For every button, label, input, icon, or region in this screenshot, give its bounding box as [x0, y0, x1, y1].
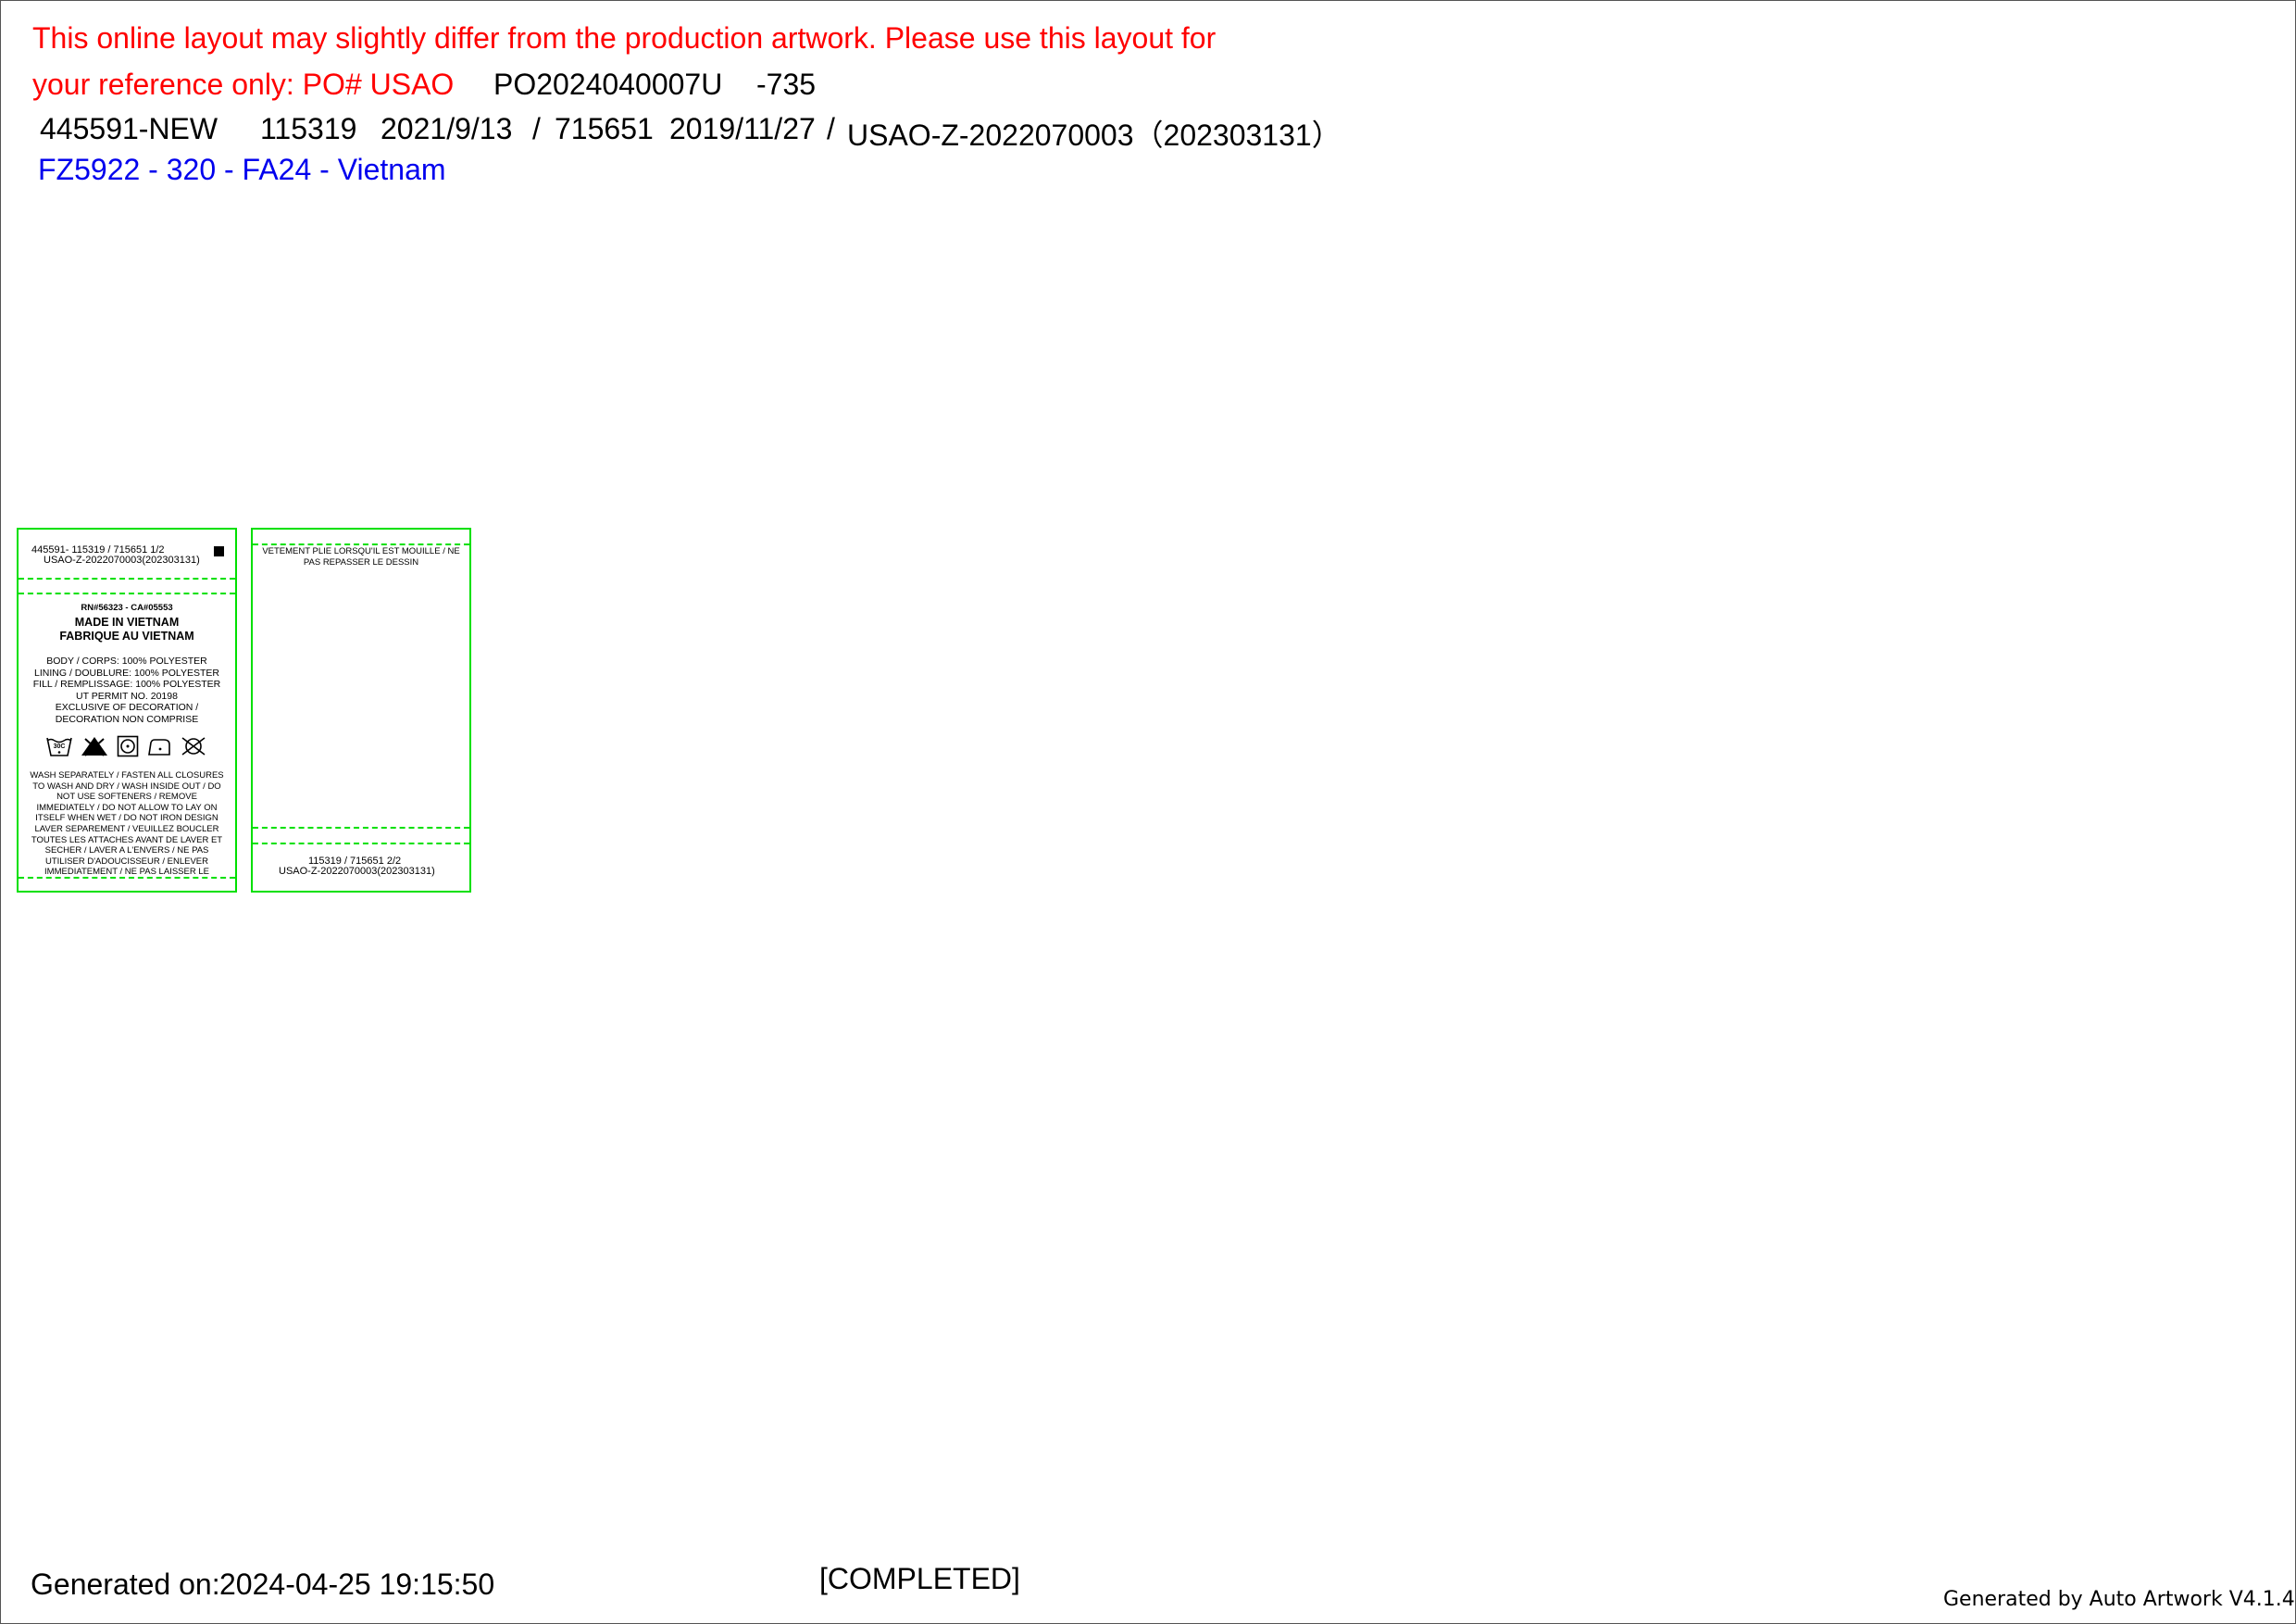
made-in: MADE IN VIETNAM	[74, 616, 180, 629]
fold-line-bottom	[19, 877, 235, 879]
care-text-1: WASH SEPARATELY / FASTEN ALL CLOSURES	[30, 770, 224, 781]
fiber-content-4: UT PERMIT NO. 20198	[76, 690, 178, 702]
care-text-7: TOUTES LES ATTACHES AVANT DE LAVER ET	[31, 834, 223, 845]
po-suffix: -735	[756, 68, 817, 101]
wash-30-icon: 30C	[46, 737, 72, 756]
product-line: FZ5922 - 320 - FA24 - Vietnam	[38, 153, 446, 186]
wash-temp: 30C	[54, 743, 66, 750]
separator-1: /	[532, 112, 541, 145]
generated-on-value: 2024-04-25 19:15:50	[219, 1568, 495, 1601]
care-text-5: ITSELF WHEN WET / DO NOT IRON DESIGN	[35, 813, 218, 824]
ref-number-2: 715651	[555, 112, 654, 145]
fiber-content-1: BODY / CORPS: 100% POLYESTER	[46, 656, 207, 667]
fold-line-top-2	[19, 593, 235, 594]
artwork-page: This online layout may slightly differ f…	[0, 0, 2296, 1624]
care-text-6: LAVER SEPAREMENT / VEUILLEZ BOUCLER	[34, 824, 219, 834]
fold-line-top	[253, 543, 469, 545]
date-1: 2021/9/13	[381, 112, 513, 145]
care-text-2: TO WASH AND DRY / WASH INSIDE OUT / DO	[32, 781, 221, 792]
date-2: 2019/11/27	[669, 112, 816, 145]
label-back-top-line-1: VETEMENT PLIE LORSQU'IL EST MOUILLE / NE	[262, 546, 460, 556]
rn-ca-number: RN#56323 - CA#05553	[81, 603, 173, 613]
label-back-top-line-2: PAS REPASSER LE DESSIN	[303, 557, 419, 568]
generated-on-label: Generated on:	[31, 1568, 220, 1601]
care-symbols: 30C	[46, 735, 207, 757]
no-bleach-icon	[81, 737, 107, 756]
fold-line-bottom-1	[253, 827, 469, 829]
disclaimer-line-1: This online layout may slightly differ f…	[32, 21, 1217, 55]
label-front-top-line-2: USAO-Z-2022070003(202303131)	[44, 555, 200, 566]
care-text-4: IMMEDIATELY / DO NOT ALLOW TO LAY ON	[36, 802, 218, 813]
care-label-front: 445591- 115319 / 715651 1/2 USAO-Z-20220…	[17, 528, 237, 893]
usao-reference: USAO-Z-2022070003（202303131）	[847, 119, 1341, 152]
disclaimer-line-2: your reference only: PO# USAO	[32, 68, 455, 101]
separator-2: /	[827, 112, 835, 145]
fabrique: FABRIQUE AU VIETNAM	[59, 630, 194, 643]
care-label-back: VETEMENT PLIE LORSQU'IL EST MOUILLE / NE…	[251, 528, 471, 893]
care-text-9: UTILISER D'ADOUCISSEUR / ENLEVER	[44, 856, 209, 867]
tumble-dry-low-icon	[117, 735, 139, 757]
generator-credit: Generated by Auto Artwork V4.1.4	[1943, 1588, 2295, 1611]
fold-line-bottom-2	[253, 843, 469, 844]
label-back-bottom-line-2: USAO-Z-2022070003(202303131)	[279, 866, 435, 877]
fiber-content-3: FILL / REMPLISSAGE: 100% POLYESTER	[32, 679, 221, 690]
fiber-content-2: LINING / DOUBLURE: 100% POLYESTER	[34, 667, 219, 679]
fiber-content-5: EXCLUSIVE OF DECORATION /	[55, 702, 199, 713]
iron-low-icon	[148, 739, 170, 756]
do-not-dryclean-icon	[181, 737, 206, 756]
square-marker-icon	[214, 546, 224, 556]
fold-line-top-1	[19, 578, 235, 580]
fiber-content-6: DECORATION NON COMPRISE	[55, 713, 199, 725]
status-completed: [COMPLETED]	[819, 1562, 1020, 1595]
style-code: 445591-NEW	[40, 112, 218, 145]
ref-number-1: 115319	[260, 112, 357, 145]
po-number: PO2024040007U	[493, 68, 723, 101]
care-text-3: NOT USE SOFTENERS / REMOVE	[56, 792, 197, 803]
care-text-8: SECHER / LAVER A L'ENVERS / NE PAS	[44, 845, 209, 856]
